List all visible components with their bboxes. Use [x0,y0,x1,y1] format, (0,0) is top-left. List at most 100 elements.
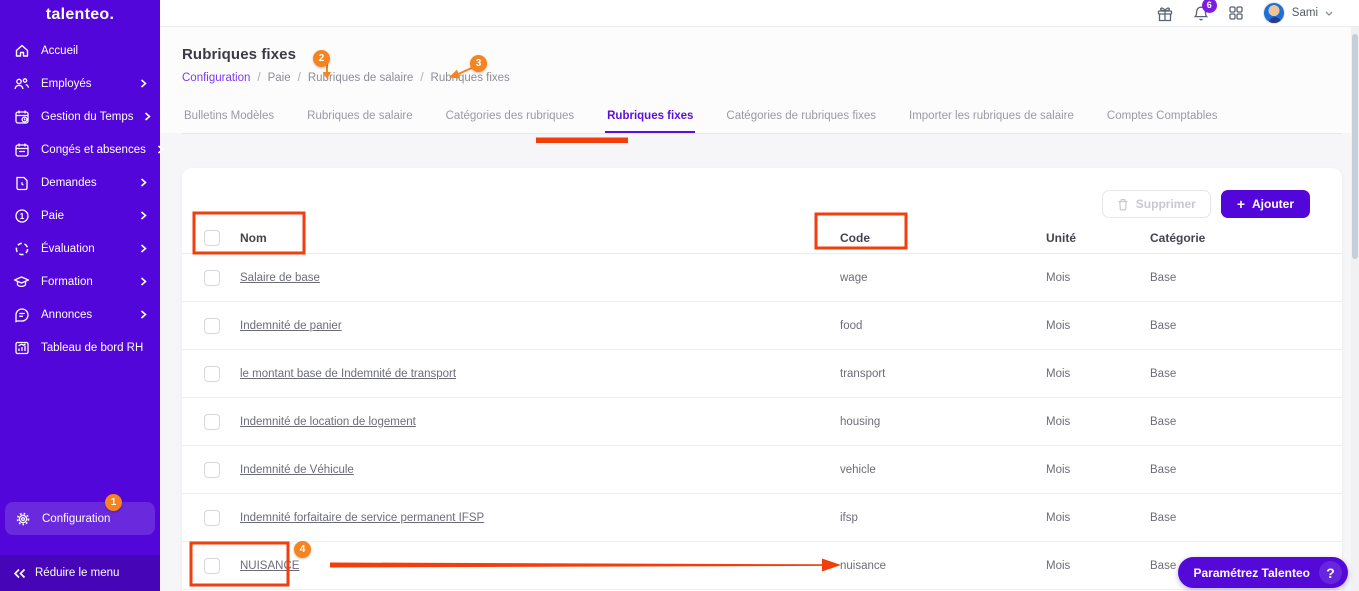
sidebar-item-label: Formation [41,275,93,288]
help-pill-button[interactable]: Paramétrez Talenteo ? [1177,557,1348,588]
tab-importer-les-rubriques-de-salaire[interactable]: Importer les rubriques de salaire [907,104,1076,133]
rubrique-name-link[interactable]: Indemnité de panier [240,320,342,332]
collapse-menu-button[interactable]: Réduire le menu [0,555,160,591]
delete-button[interactable]: Supprimer [1101,190,1211,218]
vertical-scrollbar-track [1351,27,1359,591]
table-card: Supprimer + Ajouter Nom Code Unité Catég… [182,168,1342,591]
rubrique-unit: Mois [1046,415,1071,428]
users-icon [13,75,30,92]
rubrique-category: Base [1150,319,1177,332]
table-row: Indemnité de Véhicule vehicle Mois Base [182,446,1342,494]
sidebar: talenteo. Accueil Employés Gestion du Te… [0,0,164,591]
sidebar-item-label: Gestion du Temps [41,110,134,123]
breadcrumb-separator: / [257,72,261,84]
add-button[interactable]: + Ajouter [1220,190,1310,218]
avatar [1262,2,1285,24]
breadcrumb-rubriques-fixes: Rubriques fixes [430,72,510,84]
chevron-right-icon [140,277,147,286]
breadcrumb-configuration[interactable]: Configuration [182,72,250,84]
table-row: Indemnité de location de logement housin… [182,398,1342,446]
column-header-nom: Nom [240,230,267,245]
sidebar-nav: Accueil Employés Gestion du Temps Congés… [0,34,164,364]
tab-rubriques-de-salaire[interactable]: Rubriques de salaire [305,104,414,133]
apps-grid-icon[interactable] [1228,5,1244,21]
table-header-row: Nom Code Unité Catégorie [182,222,1342,254]
rubrique-unit: Mois [1046,271,1071,284]
row-checkbox[interactable] [204,269,220,286]
tab-comptes-comptables[interactable]: Comptes Comptables [1105,104,1220,133]
rubrique-name-link[interactable]: Indemnité forfaitaire de service permane… [240,512,484,524]
rubrique-category: Base [1150,367,1177,380]
chevron-right-icon [140,211,147,220]
breadcrumb-rubriques-de-salaire[interactable]: Rubriques de salaire [308,72,413,84]
sidebar-item-demandes[interactable]: Demandes [0,166,160,199]
rubrique-name-link[interactable]: Indemnité de location de logement [240,416,416,428]
sidebar-item-paie[interactable]: 1 Paie [0,199,160,232]
tab-bar: Bulletins Modèles Rubriques de salaire C… [182,104,1342,134]
rubrique-name-link[interactable]: NUISANCE [240,560,299,572]
rubrique-name-link[interactable]: Salaire de base [240,272,320,284]
sidebar-item-formation[interactable]: Formation [0,265,160,298]
trash-icon [1117,198,1129,211]
table-row: Salaire de base wage Mois Base [182,254,1342,302]
sidebar-item-evaluation[interactable]: Évaluation [0,232,160,265]
rubrique-category: Base [1150,415,1177,428]
tab-bulletins-modeles[interactable]: Bulletins Modèles [182,104,276,133]
column-header-unite: Unité [1046,230,1076,245]
gift-icon[interactable] [1156,5,1174,22]
row-checkbox[interactable] [204,461,220,478]
rubrique-code: ifsp [840,511,858,524]
sidebar-item-accueil[interactable]: Accueil [0,34,160,67]
sidebar-item-configuration[interactable]: Configuration [5,502,155,535]
table-toolbar: Supprimer + Ajouter [1101,190,1310,218]
rubrique-code: housing [840,415,881,428]
chevron-right-icon [140,79,147,88]
document-clock-icon [13,174,30,191]
help-pill-label: Paramétrez Talenteo [1193,565,1311,580]
annotation-tab-underline [536,137,628,143]
sidebar-item-label: Tableau de bord RH [41,341,144,354]
rubrique-code: wage [840,271,868,284]
breadcrumb: Configuration / Paie / Rubriques de sala… [182,72,510,84]
user-menu[interactable]: Sami [1262,2,1333,24]
rubrique-unit: Mois [1046,511,1071,524]
sidebar-item-gestion-du-temps[interactable]: Gestion du Temps [0,100,160,133]
vertical-scrollbar-thumb[interactable] [1352,34,1358,259]
notifications-bell-icon[interactable]: 6 [1193,0,1217,22]
rubrique-name-link[interactable]: Indemnité de Véhicule [240,464,354,476]
row-checkbox[interactable] [204,365,220,382]
row-checkbox[interactable] [204,557,220,574]
table-row: Indemnité de panier food Mois Base [182,302,1342,350]
row-checkbox[interactable] [204,413,220,430]
breadcrumb-paie[interactable]: Paie [268,72,291,84]
sidebar-item-conges-et-absences[interactable]: Congés et absences [0,133,164,166]
sidebar-item-annonces[interactable]: Annonces [0,298,160,331]
question-mark-icon: ? [1319,561,1342,584]
tab-categories-des-rubriques[interactable]: Catégories des rubriques [444,104,577,133]
rubrique-code: vehicle [840,463,876,476]
notification-count-badge: 6 [1201,0,1217,13]
sidebar-item-employes[interactable]: Employés [0,67,160,100]
delete-button-label: Supprimer [1135,197,1196,211]
row-checkbox[interactable] [204,509,220,526]
row-checkbox[interactable] [204,317,220,334]
tab-categories-de-rubriques-fixes[interactable]: Catégories de rubriques fixes [724,104,878,133]
select-all-checkbox[interactable] [204,229,220,246]
column-header-code: Code [840,230,870,245]
rubrique-unit: Mois [1046,319,1071,332]
rubrique-category: Base [1150,271,1177,284]
page-title: Rubriques fixes [182,46,297,63]
sidebar-item-tableau-de-bord-rh[interactable]: Tableau de bord RH [0,331,160,364]
sidebar-item-label: Configuration [42,512,111,525]
column-header-categorie: Catégorie [1150,230,1206,245]
graduation-cap-icon [13,273,30,290]
rubriques-table: Nom Code Unité Catégorie Salaire de base… [182,222,1342,590]
username: Sami [1291,7,1318,19]
sidebar-item-label: Demandes [41,176,97,189]
calendar-clock-icon [13,108,30,125]
coin-icon: 1 [13,207,30,224]
rubrique-name-link[interactable]: le montant base de Indemnité de transpor… [240,368,456,380]
rubrique-category: Base [1150,463,1177,476]
sidebar-item-label: Annonces [41,308,93,321]
tab-rubriques-fixes[interactable]: Rubriques fixes [605,104,696,133]
